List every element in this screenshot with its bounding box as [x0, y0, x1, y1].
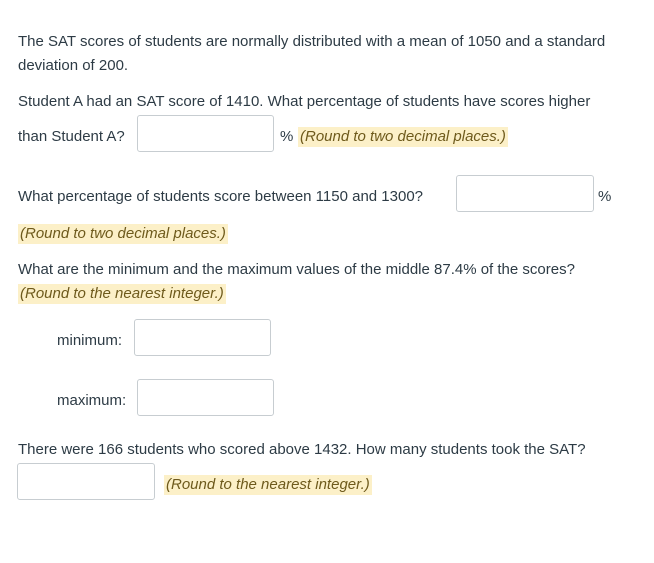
- q1-unit: %: [280, 128, 294, 145]
- q2-answer-input[interactable]: [456, 175, 594, 212]
- q1-answer-input[interactable]: [137, 115, 274, 152]
- intro-line-2: deviation of 200.: [18, 57, 129, 74]
- minimum-input[interactable]: [134, 319, 271, 356]
- q3-rounding-hint: (Round to the nearest integer.): [18, 284, 226, 304]
- q4-text: There were 166 students who scored above…: [18, 441, 586, 458]
- q1-rounding-hint: (Round to two decimal places.): [298, 127, 508, 147]
- intro-line-1: The SAT scores of students are normally …: [18, 33, 606, 50]
- q2-unit: %: [598, 188, 612, 205]
- maximum-input[interactable]: [137, 379, 274, 416]
- q3-text: What are the minimum and the maximum val…: [18, 261, 575, 278]
- q1-text-line-1: Student A had an SAT score of 1410. What…: [18, 93, 591, 110]
- q2-rounding-hint: (Round to two decimal places.): [18, 224, 228, 244]
- q4-answer-input[interactable]: [17, 463, 155, 500]
- q2-text: What percentage of students score betwee…: [18, 188, 424, 205]
- q1-text-line-2: than Student A?: [18, 128, 125, 145]
- q4-rounding-hint: (Round to the nearest integer.): [164, 475, 372, 495]
- maximum-label: maximum:: [57, 392, 127, 409]
- minimum-label: minimum:: [57, 332, 123, 349]
